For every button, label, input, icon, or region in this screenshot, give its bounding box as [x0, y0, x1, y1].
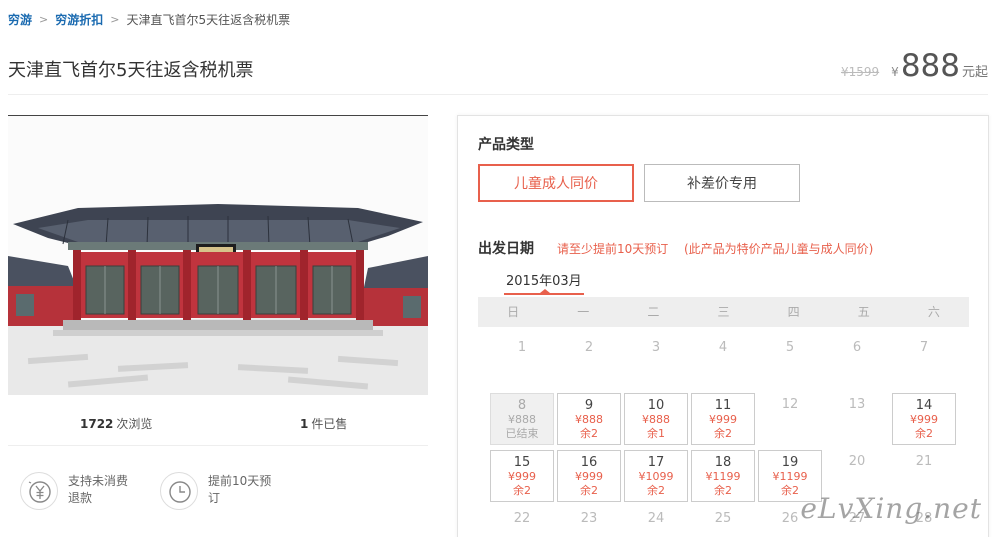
sold-count: 1 件已售 — [300, 417, 348, 431]
calendar-day: 7 — [919, 340, 929, 355]
original-price: ¥1599 — [840, 65, 880, 79]
divider — [8, 445, 428, 446]
breadcrumb-separator: > — [110, 13, 120, 26]
feature-text: 提前10天预订 — [208, 474, 272, 505]
yuan-refund-icon — [20, 472, 58, 510]
calendar-day-available[interactable]: 18 ¥1199 余2 — [691, 450, 755, 502]
breadcrumb-current: 天津直飞首尔5天往返含税机票 — [126, 13, 291, 27]
advance-booking-note: 请至少提前10天预订 — [557, 242, 669, 256]
views-count: 1722 次浏览 — [80, 417, 153, 431]
breadcrumb-separator: > — [39, 13, 49, 26]
current-price: 888 — [900, 48, 960, 84]
calendar-day: 12 — [781, 397, 799, 412]
calendar-day-available[interactable]: 15 ¥999 余2 — [490, 450, 554, 502]
breadcrumb-link-qyer[interactable]: 穷游 — [8, 11, 32, 28]
watermark: eLvXing.net — [800, 492, 982, 525]
product-photo[interactable] — [8, 115, 428, 395]
divider — [8, 94, 988, 95]
calendar-day: 23 — [580, 511, 598, 526]
feature-text: 支持未消费退款 — [68, 474, 129, 505]
product-page: 穷游 > 穷游折扣 > 天津直飞首尔5天往返含税机票 天津直飞首尔5天往返含税机… — [0, 0, 994, 537]
calendar-day: 5 — [785, 340, 795, 355]
weekday-label: 三 — [717, 305, 730, 319]
page-title: 天津直飞首尔5天往返含税机票 — [8, 60, 254, 81]
type-option-same-price[interactable]: 儿童成人同价 — [478, 164, 634, 202]
calendar-day-available[interactable]: 10 ¥888 余1 — [624, 393, 688, 445]
calendar-day-available[interactable]: 14 ¥999 余2 — [892, 393, 956, 445]
price-area: ¥1599 ¥ 888 元起 — [841, 48, 988, 84]
calendar-day-available[interactable]: 17 ¥1099 余2 — [624, 450, 688, 502]
currency-symbol: ¥ — [891, 65, 899, 79]
calendar-day: 4 — [718, 340, 728, 355]
weekday-label: 四 — [787, 305, 800, 319]
breadcrumb: 穷游 > 穷游折扣 > 天津直飞首尔5天往返含税机票 — [8, 11, 290, 28]
calendar-day: 25 — [714, 511, 732, 526]
calendar-day: 6 — [852, 340, 862, 355]
feature-refund: 支持未消费退款 — [20, 470, 134, 510]
price-suffix: 元起 — [961, 65, 988, 80]
product-type-title: 产品类型 — [478, 137, 534, 153]
calendar-day: 22 — [513, 511, 531, 526]
calendar-day: 1 — [517, 340, 527, 355]
weekday-label: 六 — [927, 305, 940, 319]
weekday-label: 五 — [857, 305, 870, 319]
month-tab[interactable]: 2015年03月 — [506, 270, 582, 289]
weekday-header: 日 一 二 三 四 五 六 — [478, 297, 969, 327]
calendar-day-ended: 8 ¥888 已结束 — [490, 393, 554, 445]
weekday-label: 二 — [647, 305, 660, 319]
breadcrumb-link-discount[interactable]: 穷游折扣 — [55, 11, 103, 28]
calendar-day: 2 — [584, 340, 594, 355]
calendar-day-available[interactable]: 16 ¥999 余2 — [557, 450, 621, 502]
stats-bar: 1722 次浏览 1 件已售 — [8, 415, 428, 433]
calendar-day: 24 — [647, 511, 665, 526]
feature-advance-booking: 提前10天预订 — [160, 470, 274, 510]
calendar-day-available[interactable]: 11 ¥999 余2 — [691, 393, 755, 445]
booking-panel: 产品类型 儿童成人同价 补差价专用 出发日期 请至少提前10天预订 (此产品为特… — [457, 115, 989, 537]
caret-up-icon — [540, 289, 550, 293]
clock-icon — [160, 472, 198, 510]
calendar-day-available[interactable]: 9 ¥888 余2 — [557, 393, 621, 445]
month-tab-underline — [504, 293, 584, 295]
palace-illustration — [8, 116, 428, 395]
type-option-supplement[interactable]: 补差价专用 — [644, 164, 800, 202]
weekday-label: 日 — [507, 305, 520, 319]
calendar-day: 13 — [848, 397, 866, 412]
calendar-day: 3 — [651, 340, 661, 355]
weekday-label: 一 — [577, 305, 590, 319]
special-price-note: (此产品为特价产品儿童与成人同价) — [684, 242, 874, 256]
departure-date-title: 出发日期 — [478, 241, 534, 257]
